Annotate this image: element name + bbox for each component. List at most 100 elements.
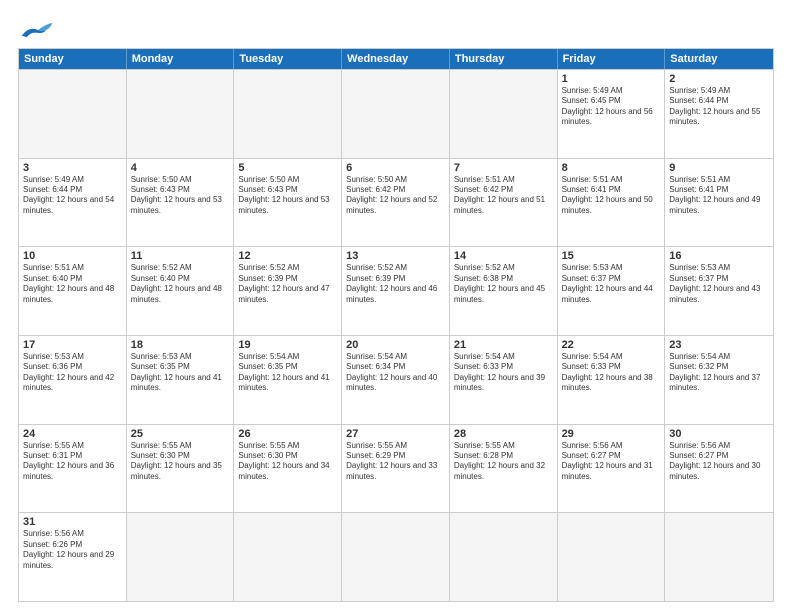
calendar-body: 1Sunrise: 5:49 AM Sunset: 6:45 PM Daylig… <box>19 69 773 601</box>
calendar-cell: 19Sunrise: 5:54 AM Sunset: 6:35 PM Dayli… <box>234 336 342 424</box>
cell-info: Sunrise: 5:53 AM Sunset: 6:37 PM Dayligh… <box>669 263 769 305</box>
day-number: 25 <box>131 428 230 440</box>
calendar-cell: 22Sunrise: 5:54 AM Sunset: 6:33 PM Dayli… <box>558 336 666 424</box>
cell-info: Sunrise: 5:56 AM Sunset: 6:26 PM Dayligh… <box>23 529 122 571</box>
calendar-cell <box>234 513 342 601</box>
calendar-row-3: 17Sunrise: 5:53 AM Sunset: 6:36 PM Dayli… <box>19 335 773 424</box>
cell-info: Sunrise: 5:55 AM Sunset: 6:30 PM Dayligh… <box>238 441 337 483</box>
day-number: 14 <box>454 250 553 262</box>
cell-info: Sunrise: 5:53 AM Sunset: 6:36 PM Dayligh… <box>23 352 122 394</box>
calendar-cell: 3Sunrise: 5:49 AM Sunset: 6:44 PM Daylig… <box>19 159 127 247</box>
cell-info: Sunrise: 5:54 AM Sunset: 6:33 PM Dayligh… <box>454 352 553 394</box>
cell-info: Sunrise: 5:52 AM Sunset: 6:40 PM Dayligh… <box>131 263 230 305</box>
calendar-cell: 16Sunrise: 5:53 AM Sunset: 6:37 PM Dayli… <box>665 247 773 335</box>
calendar-row-2: 10Sunrise: 5:51 AM Sunset: 6:40 PM Dayli… <box>19 246 773 335</box>
header-sunday: Sunday <box>19 49 127 69</box>
day-number: 2 <box>669 73 769 85</box>
calendar-cell: 31Sunrise: 5:56 AM Sunset: 6:26 PM Dayli… <box>19 513 127 601</box>
calendar-cell: 28Sunrise: 5:55 AM Sunset: 6:28 PM Dayli… <box>450 425 558 513</box>
calendar-cell: 15Sunrise: 5:53 AM Sunset: 6:37 PM Dayli… <box>558 247 666 335</box>
calendar-row-0: 1Sunrise: 5:49 AM Sunset: 6:45 PM Daylig… <box>19 69 773 158</box>
calendar-row-5: 31Sunrise: 5:56 AM Sunset: 6:26 PM Dayli… <box>19 512 773 601</box>
calendar-cell: 18Sunrise: 5:53 AM Sunset: 6:35 PM Dayli… <box>127 336 235 424</box>
day-number: 30 <box>669 428 769 440</box>
calendar-cell <box>558 513 666 601</box>
day-number: 10 <box>23 250 122 262</box>
calendar-cell: 24Sunrise: 5:55 AM Sunset: 6:31 PM Dayli… <box>19 425 127 513</box>
logo <box>18 18 54 40</box>
cell-info: Sunrise: 5:55 AM Sunset: 6:30 PM Dayligh… <box>131 441 230 483</box>
day-number: 17 <box>23 339 122 351</box>
day-number: 21 <box>454 339 553 351</box>
day-number: 4 <box>131 162 230 174</box>
cell-info: Sunrise: 5:55 AM Sunset: 6:31 PM Dayligh… <box>23 441 122 483</box>
calendar-cell: 20Sunrise: 5:54 AM Sunset: 6:34 PM Dayli… <box>342 336 450 424</box>
cell-info: Sunrise: 5:49 AM Sunset: 6:45 PM Dayligh… <box>562 86 661 128</box>
cell-info: Sunrise: 5:54 AM Sunset: 6:35 PM Dayligh… <box>238 352 337 394</box>
cell-info: Sunrise: 5:56 AM Sunset: 6:27 PM Dayligh… <box>562 441 661 483</box>
cell-info: Sunrise: 5:54 AM Sunset: 6:33 PM Dayligh… <box>562 352 661 394</box>
cell-info: Sunrise: 5:50 AM Sunset: 6:43 PM Dayligh… <box>238 175 337 217</box>
cell-info: Sunrise: 5:56 AM Sunset: 6:27 PM Dayligh… <box>669 441 769 483</box>
header-friday: Friday <box>558 49 666 69</box>
day-number: 18 <box>131 339 230 351</box>
header-monday: Monday <box>127 49 235 69</box>
header-saturday: Saturday <box>665 49 773 69</box>
calendar-cell <box>342 70 450 158</box>
calendar-cell: 21Sunrise: 5:54 AM Sunset: 6:33 PM Dayli… <box>450 336 558 424</box>
calendar-cell: 6Sunrise: 5:50 AM Sunset: 6:42 PM Daylig… <box>342 159 450 247</box>
day-number: 22 <box>562 339 661 351</box>
logo-bird-icon <box>18 20 54 40</box>
calendar-cell: 30Sunrise: 5:56 AM Sunset: 6:27 PM Dayli… <box>665 425 773 513</box>
day-number: 24 <box>23 428 122 440</box>
calendar-cell: 9Sunrise: 5:51 AM Sunset: 6:41 PM Daylig… <box>665 159 773 247</box>
day-number: 8 <box>562 162 661 174</box>
cell-info: Sunrise: 5:54 AM Sunset: 6:34 PM Dayligh… <box>346 352 445 394</box>
day-number: 28 <box>454 428 553 440</box>
day-number: 29 <box>562 428 661 440</box>
calendar-cell: 7Sunrise: 5:51 AM Sunset: 6:42 PM Daylig… <box>450 159 558 247</box>
calendar-cell: 13Sunrise: 5:52 AM Sunset: 6:39 PM Dayli… <box>342 247 450 335</box>
day-number: 23 <box>669 339 769 351</box>
calendar-cell: 8Sunrise: 5:51 AM Sunset: 6:41 PM Daylig… <box>558 159 666 247</box>
cell-info: Sunrise: 5:52 AM Sunset: 6:38 PM Dayligh… <box>454 263 553 305</box>
day-number: 11 <box>131 250 230 262</box>
calendar-cell <box>450 513 558 601</box>
header-wednesday: Wednesday <box>342 49 450 69</box>
calendar-row-1: 3Sunrise: 5:49 AM Sunset: 6:44 PM Daylig… <box>19 158 773 247</box>
calendar-cell <box>127 70 235 158</box>
page: Sunday Monday Tuesday Wednesday Thursday… <box>0 0 792 612</box>
calendar-cell: 10Sunrise: 5:51 AM Sunset: 6:40 PM Dayli… <box>19 247 127 335</box>
cell-info: Sunrise: 5:50 AM Sunset: 6:42 PM Dayligh… <box>346 175 445 217</box>
calendar-cell <box>450 70 558 158</box>
cell-info: Sunrise: 5:49 AM Sunset: 6:44 PM Dayligh… <box>669 86 769 128</box>
calendar-cell: 25Sunrise: 5:55 AM Sunset: 6:30 PM Dayli… <box>127 425 235 513</box>
day-number: 12 <box>238 250 337 262</box>
calendar-cell: 26Sunrise: 5:55 AM Sunset: 6:30 PM Dayli… <box>234 425 342 513</box>
cell-info: Sunrise: 5:49 AM Sunset: 6:44 PM Dayligh… <box>23 175 122 217</box>
calendar-cell <box>234 70 342 158</box>
calendar-cell: 17Sunrise: 5:53 AM Sunset: 6:36 PM Dayli… <box>19 336 127 424</box>
cell-info: Sunrise: 5:50 AM Sunset: 6:43 PM Dayligh… <box>131 175 230 217</box>
day-number: 6 <box>346 162 445 174</box>
day-number: 9 <box>669 162 769 174</box>
calendar-cell: 5Sunrise: 5:50 AM Sunset: 6:43 PM Daylig… <box>234 159 342 247</box>
cell-info: Sunrise: 5:51 AM Sunset: 6:42 PM Dayligh… <box>454 175 553 217</box>
day-number: 31 <box>23 516 122 528</box>
cell-info: Sunrise: 5:52 AM Sunset: 6:39 PM Dayligh… <box>346 263 445 305</box>
calendar-cell: 4Sunrise: 5:50 AM Sunset: 6:43 PM Daylig… <box>127 159 235 247</box>
day-number: 1 <box>562 73 661 85</box>
calendar-cell <box>342 513 450 601</box>
calendar-cell: 2Sunrise: 5:49 AM Sunset: 6:44 PM Daylig… <box>665 70 773 158</box>
cell-info: Sunrise: 5:55 AM Sunset: 6:29 PM Dayligh… <box>346 441 445 483</box>
day-number: 27 <box>346 428 445 440</box>
calendar-cell: 11Sunrise: 5:52 AM Sunset: 6:40 PM Dayli… <box>127 247 235 335</box>
cell-info: Sunrise: 5:51 AM Sunset: 6:40 PM Dayligh… <box>23 263 122 305</box>
cell-info: Sunrise: 5:51 AM Sunset: 6:41 PM Dayligh… <box>669 175 769 217</box>
header-tuesday: Tuesday <box>234 49 342 69</box>
cell-info: Sunrise: 5:55 AM Sunset: 6:28 PM Dayligh… <box>454 441 553 483</box>
day-number: 13 <box>346 250 445 262</box>
day-number: 19 <box>238 339 337 351</box>
day-number: 7 <box>454 162 553 174</box>
calendar-cell <box>665 513 773 601</box>
